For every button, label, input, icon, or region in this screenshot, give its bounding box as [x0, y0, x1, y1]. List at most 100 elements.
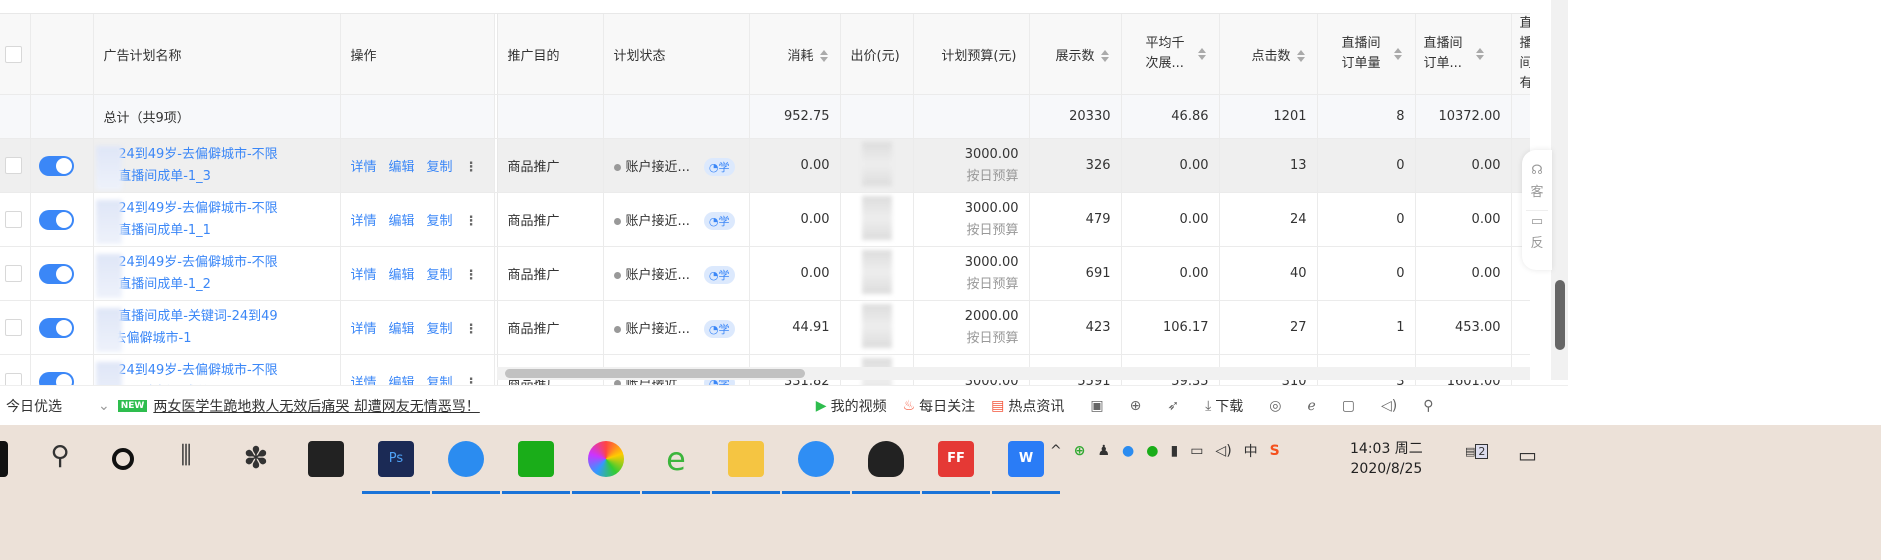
sort-icon[interactable]: [1475, 48, 1484, 60]
campaign-name-link[interactable]: -24到49岁-去偏僻城市-不限 -直播间成单-1_1: [95, 198, 330, 244]
vertical-scrollbar[interactable]: [1551, 0, 1568, 380]
rocket-icon[interactable]: ➶: [1167, 398, 1179, 414]
campaign-name-link[interactable]: -直播间成单-关键词-24到49 去偏僻城市-1: [95, 306, 330, 352]
security-360-icon[interactable]: ⊕: [1074, 443, 1086, 459]
photoshop-icon[interactable]: Ps: [362, 441, 430, 494]
volume-icon[interactable]: ◁): [1215, 443, 1231, 459]
purpose: 商品推广: [497, 192, 604, 247]
row-checkbox[interactable]: [5, 211, 22, 228]
notification-center-icon[interactable]: ▤ 2: [1465, 444, 1489, 459]
more-icon[interactable]: ⋮: [465, 322, 478, 337]
search-icon[interactable]: ⚲: [1423, 398, 1433, 414]
image-icon[interactable]: ▣: [1090, 398, 1103, 414]
daily-link[interactable]: 每日关注: [919, 396, 975, 416]
window-icon[interactable]: ▢: [1342, 398, 1355, 414]
floating-help-panel[interactable]: ☊ 客 ▭ 反: [1522, 150, 1552, 270]
more-icon[interactable]: ⋮: [465, 160, 478, 175]
header-clicks[interactable]: 点击数: [1219, 14, 1318, 95]
detail-link[interactable]: 详情: [351, 322, 377, 337]
row-checkbox[interactable]: [5, 265, 22, 282]
header-name: 广告计划名称: [93, 14, 341, 95]
copy-link[interactable]: 复制: [427, 322, 453, 337]
ff-app-icon[interactable]: FF: [922, 441, 990, 494]
more-icon[interactable]: ⋮: [465, 214, 478, 229]
edit-link[interactable]: 编辑: [389, 214, 415, 229]
scrollbar-thumb[interactable]: [505, 369, 805, 378]
horizontal-scrollbar[interactable]: [497, 367, 1530, 380]
windows-start-icon[interactable]: [0, 441, 8, 477]
speaker-icon[interactable]: ◁): [1381, 398, 1397, 414]
hot-news-link[interactable]: 热点资讯: [1008, 396, 1064, 416]
my-video-link[interactable]: 我的视频: [831, 396, 887, 416]
row-checkbox[interactable]: [5, 157, 22, 174]
scrollbar-thumb[interactable]: [1555, 280, 1565, 350]
header-impressions[interactable]: 展示数: [1029, 14, 1122, 95]
pinwheel-app-icon[interactable]: ✽: [238, 441, 274, 477]
qq-tray-icon[interactable]: ♟: [1097, 443, 1110, 459]
network-icon[interactable]: ▭: [1190, 443, 1203, 459]
enable-toggle[interactable]: [38, 155, 74, 176]
copy-link[interactable]: 复制: [427, 214, 453, 229]
wps-icon[interactable]: W: [992, 441, 1060, 494]
file-explorer-icon[interactable]: [712, 441, 780, 494]
news-ticker[interactable]: NEW 两女医学生跪地救人无效后痛哭 却遭网友无情恶骂！: [117, 396, 480, 416]
avg-cpm: 0.00: [1121, 246, 1220, 301]
sort-icon[interactable]: [1393, 48, 1402, 60]
edit-link[interactable]: 编辑: [389, 160, 415, 175]
ie-browser-icon[interactable]: e: [642, 441, 710, 494]
browser-360-icon[interactable]: [572, 441, 640, 494]
header-live-amount[interactable]: 直播间订单...: [1415, 14, 1512, 95]
ie-icon[interactable]: ℯ: [1308, 398, 1316, 414]
more-icon[interactable]: ⋮: [465, 268, 478, 283]
feedback-label[interactable]: 反: [1522, 233, 1552, 255]
select-all-checkbox[interactable]: [5, 45, 22, 63]
chevron-down-icon[interactable]: ⌄: [98, 398, 110, 414]
edit-link[interactable]: 编辑: [389, 268, 415, 283]
dingtalk-icon[interactable]: [432, 441, 500, 494]
table-row: -直播间成单-关键词-24到49 去偏僻城市-1 详情 编辑 复制 ⋮ 商品推广 账户接…: [0, 300, 1530, 355]
headset-icon[interactable]: ☊: [1522, 160, 1552, 182]
search-icon[interactable]: ⚲: [42, 441, 78, 477]
download-link[interactable]: 下载: [1215, 396, 1243, 416]
detail-link[interactable]: 详情: [351, 160, 377, 175]
store-icon[interactable]: [308, 441, 344, 477]
copy-link[interactable]: 复制: [427, 160, 453, 175]
customer-service-label[interactable]: 客: [1522, 182, 1552, 204]
detail-link[interactable]: 详情: [351, 214, 377, 229]
wechat-tray-icon[interactable]: ●: [1146, 443, 1158, 459]
sogou-browser-icon[interactable]: [782, 441, 850, 494]
sort-icon[interactable]: [1197, 48, 1206, 60]
sort-icon[interactable]: [819, 50, 828, 62]
feedback-icon[interactable]: ▭: [1526, 210, 1548, 233]
clock[interactable]: 14:03 周二 2020/8/25: [1350, 439, 1423, 479]
header-live-orders[interactable]: 直播间订单量: [1317, 14, 1416, 95]
enable-toggle[interactable]: [38, 263, 74, 284]
action-center-icon[interactable]: ▭: [1518, 443, 1537, 467]
edit-link[interactable]: 编辑: [389, 322, 415, 337]
sort-icon[interactable]: [1296, 50, 1305, 62]
speed-icon[interactable]: ⊕: [1130, 398, 1142, 414]
sogou-input-icon[interactable]: S: [1270, 443, 1280, 459]
task-view-icon[interactable]: ⫼: [168, 441, 204, 477]
power-icon[interactable]: ▮: [1170, 443, 1178, 459]
row-checkbox[interactable]: [5, 319, 22, 336]
wechat-icon[interactable]: [502, 441, 570, 494]
campaign-name-link[interactable]: -24到49岁-去偏僻城市-不限 -直播间成单-1_2: [95, 252, 330, 298]
header-avg-cpm[interactable]: 平均千次展...: [1121, 14, 1220, 95]
sort-icon[interactable]: [1100, 50, 1109, 62]
cortana-icon[interactable]: [112, 448, 134, 470]
header-cost[interactable]: 消耗: [749, 14, 841, 95]
qq-icon[interactable]: [852, 441, 920, 494]
campaign-name-link[interactable]: -24到49岁-去偏僻城市-不限 -直播间成单-1_3: [95, 144, 330, 190]
enable-toggle[interactable]: [38, 317, 74, 338]
incognito-icon[interactable]: ◎: [1269, 398, 1281, 414]
headline-link[interactable]: 两女医学生跪地救人无效后痛哭 却遭网友无情恶骂！: [153, 396, 479, 416]
bid-redacted: [861, 195, 892, 240]
enable-toggle[interactable]: [38, 209, 74, 230]
copy-link[interactable]: 复制: [427, 268, 453, 283]
chevron-up-icon[interactable]: ^: [1050, 443, 1062, 459]
dingtalk-tray-icon[interactable]: ●: [1122, 443, 1134, 459]
ime-indicator[interactable]: 中: [1244, 441, 1258, 461]
today-picks[interactable]: 今日优选: [6, 396, 62, 416]
detail-link[interactable]: 详情: [351, 268, 377, 283]
